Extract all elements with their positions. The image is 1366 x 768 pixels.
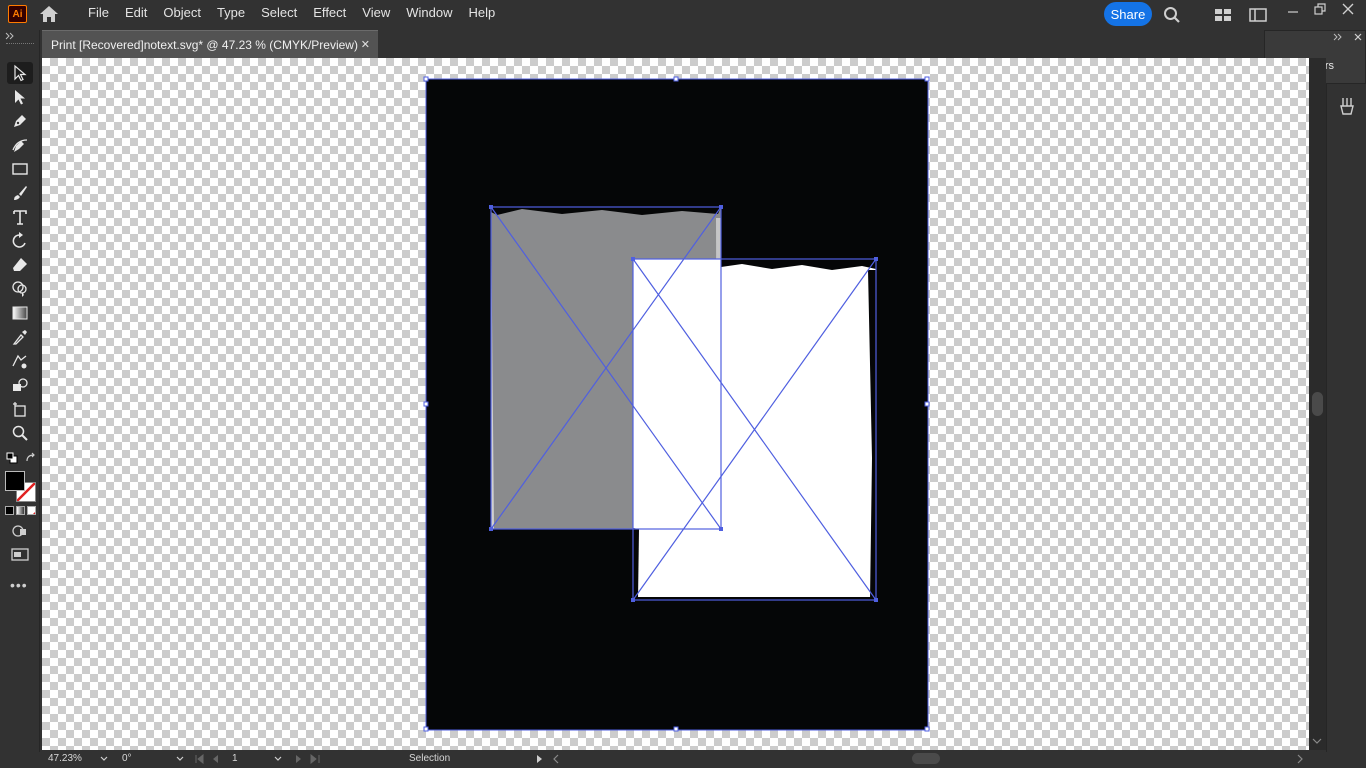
scroll-right-icon[interactable] <box>1296 754 1304 764</box>
shape-builder-tool[interactable] <box>7 278 33 300</box>
menu-window[interactable]: Window <box>398 0 460 28</box>
screen-mode-icon[interactable] <box>11 547 29 563</box>
zoom-tool[interactable] <box>7 422 33 444</box>
edit-toolbar-icon[interactable]: ••• <box>10 577 28 593</box>
restore-icon[interactable] <box>1313 2 1327 16</box>
artboard-icon <box>13 402 26 417</box>
next-last-artboard-icon[interactable] <box>294 754 330 764</box>
zoom-level-field[interactable]: 47.23% <box>48 752 96 766</box>
direct-selection-tool[interactable] <box>7 86 33 108</box>
tools-panel: ••• <box>0 30 40 752</box>
none-mode-button[interactable] <box>27 506 36 515</box>
menu-file[interactable]: File <box>80 0 117 28</box>
eraser-tool[interactable] <box>7 254 33 276</box>
right-dock <box>1326 84 1366 752</box>
default-colors-icon[interactable] <box>6 452 18 464</box>
gradient-mode-button[interactable] <box>16 506 25 515</box>
rotation-field[interactable]: 0° <box>122 752 172 766</box>
rectangle-tool[interactable] <box>7 158 33 180</box>
arrange-documents-icon[interactable] <box>1214 8 1232 22</box>
menu-bar: Ai File Edit Object Type Select Effect V… <box>0 0 1366 28</box>
live-paint-icon <box>13 378 28 391</box>
close-tab-icon[interactable]: ✕ <box>361 38 370 51</box>
close-panel-icon[interactable] <box>1353 32 1363 42</box>
pen-tool[interactable] <box>7 110 33 132</box>
rotate-icon <box>12 232 26 248</box>
eyedropper-icon <box>12 330 27 345</box>
selection-arrow-icon <box>14 64 27 82</box>
minimize-icon[interactable] <box>1286 4 1300 18</box>
menu-type[interactable]: Type <box>209 0 253 28</box>
swap-colors-icon[interactable] <box>25 452 37 464</box>
menu-select[interactable]: Select <box>253 0 305 28</box>
vertical-scroll-thumb[interactable] <box>1312 392 1323 416</box>
pen-icon <box>14 115 26 127</box>
direct-selection-icon <box>15 90 25 105</box>
blend-tool[interactable] <box>7 350 33 372</box>
panel-grip[interactable] <box>6 43 34 45</box>
close-window-icon[interactable] <box>1341 2 1355 16</box>
home-icon[interactable] <box>38 4 60 24</box>
gradient-icon <box>12 306 28 320</box>
paintbrush-tool[interactable] <box>7 182 33 204</box>
curvature-tool[interactable] <box>7 134 33 156</box>
artboard-number-field[interactable]: 1 <box>232 752 272 766</box>
selection-tool[interactable] <box>7 62 33 84</box>
workspace-switcher-icon[interactable] <box>1249 8 1267 22</box>
collapse-panel-icon[interactable] <box>1333 33 1343 41</box>
paintbrush-icon <box>14 186 27 200</box>
menu-help[interactable]: Help <box>460 0 503 28</box>
none-mode-icon <box>32 511 35 514</box>
type-icon <box>13 210 27 225</box>
document-tab-bar: Print [Recovered]notext.svg* @ 47.23 % (… <box>42 30 1263 58</box>
chevron-down-icon[interactable] <box>100 756 108 762</box>
drawing-modes-icon[interactable] <box>11 523 29 539</box>
blend-icon <box>12 354 27 369</box>
shape-builder-icon <box>12 281 27 297</box>
color-mode-button[interactable] <box>5 506 14 515</box>
canvas[interactable] <box>42 58 1309 750</box>
zoom-icon <box>12 425 28 441</box>
menu-object[interactable]: Object <box>155 0 209 28</box>
menu-edit[interactable]: Edit <box>117 0 155 28</box>
document-tab-title: Print [Recovered]notext.svg* @ 47.23 % (… <box>51 37 358 52</box>
first-previous-artboard-icon[interactable] <box>194 754 230 764</box>
chevron-down-icon[interactable] <box>176 756 184 762</box>
search-icon[interactable] <box>1163 6 1181 24</box>
artwork <box>423 76 930 732</box>
horizontal-scroll-thumb[interactable] <box>912 753 940 764</box>
properties-icon[interactable] <box>1339 96 1355 116</box>
current-tool-label: Selection <box>409 753 451 764</box>
eyedropper-tool[interactable] <box>7 326 33 348</box>
rotate-tool[interactable] <box>7 230 33 252</box>
scroll-left-icon[interactable] <box>552 754 560 764</box>
menu-view[interactable]: View <box>354 0 398 28</box>
fill-swatch[interactable] <box>5 471 25 491</box>
chevron-down-icon[interactable] <box>274 756 282 762</box>
share-button[interactable]: Share <box>1104 2 1152 26</box>
live-paint-tool[interactable] <box>7 374 33 396</box>
illustrator-logo: Ai <box>8 5 27 23</box>
status-menu-arrow-icon[interactable] <box>536 754 544 764</box>
eraser-icon <box>13 258 27 271</box>
curvature-icon <box>12 139 28 152</box>
artboard-tool[interactable] <box>7 398 33 420</box>
type-tool[interactable] <box>7 206 33 228</box>
status-bar: 47.23% 0° 1 Selection <box>42 750 1309 768</box>
rectangle-icon <box>12 163 28 175</box>
gradient-tool[interactable] <box>7 302 33 324</box>
scroll-down-icon[interactable] <box>1312 737 1322 745</box>
menu-effect[interactable]: Effect <box>305 0 354 28</box>
main-menu: File Edit Object Type Select Effect View… <box>80 0 503 28</box>
collapse-panel-icon[interactable] <box>5 32 15 40</box>
document-tab[interactable]: Print [Recovered]notext.svg* @ 47.23 % (… <box>42 30 378 58</box>
